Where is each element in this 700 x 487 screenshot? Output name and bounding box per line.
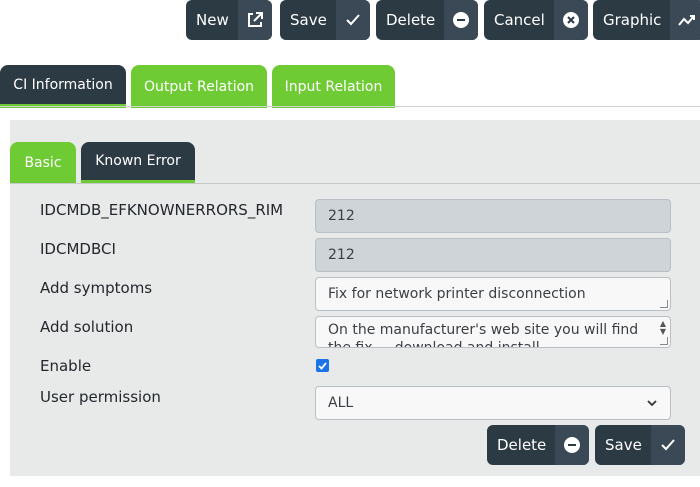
- tab-output-relation[interactable]: Output Relation: [131, 65, 267, 108]
- new-button-label: New: [196, 11, 229, 29]
- subtab-basic[interactable]: Basic: [10, 142, 76, 184]
- symptoms-textarea[interactable]: Fix for network printer disconnection: [315, 277, 671, 311]
- checkmark-icon: [318, 362, 327, 370]
- external-link-icon: [237, 0, 272, 40]
- minus-circle-icon: [444, 0, 479, 40]
- resize-handle-icon[interactable]: [660, 337, 668, 345]
- graphic-button-label: Graphic: [603, 11, 662, 29]
- tab-ci-information[interactable]: CI Information: [0, 65, 126, 108]
- check-icon: [335, 0, 370, 40]
- tab-ci-information-label: CI Information: [13, 76, 113, 93]
- solution-textarea[interactable]: On the manufacturer's web site you will …: [315, 316, 671, 348]
- form-delete-button[interactable]: Delete: [487, 425, 590, 465]
- resize-handle-icon[interactable]: [660, 300, 668, 308]
- tabs-divider: [0, 106, 700, 107]
- ci-field: 212: [315, 238, 671, 272]
- subtab-basic-label: Basic: [24, 155, 62, 171]
- spinner-arrows-icon[interactable]: ▲ ▼: [660, 320, 666, 336]
- rim-field: 212: [315, 199, 671, 233]
- subtab-known-error[interactable]: Known Error: [81, 142, 195, 184]
- trend-chart-icon: [670, 0, 700, 40]
- form-save-button[interactable]: Save: [595, 425, 685, 465]
- enable-checkbox[interactable]: [316, 359, 329, 372]
- save-button-label: Save: [290, 11, 327, 29]
- cancel-button-label: Cancel: [494, 11, 545, 29]
- ci-label: IDCMDBCI: [40, 240, 116, 258]
- new-button[interactable]: New: [186, 0, 272, 40]
- solution-value: On the manufacturer's web site you will …: [328, 322, 639, 348]
- cancel-button[interactable]: Cancel: [484, 0, 588, 40]
- subtabs-divider: [10, 183, 700, 184]
- graphic-button[interactable]: Graphic: [593, 0, 700, 40]
- chevron-down-icon: [647, 400, 657, 407]
- rim-value: 212: [328, 208, 355, 224]
- delete-button-label: Delete: [386, 11, 436, 29]
- permission-select[interactable]: ALL: [315, 386, 671, 420]
- permission-label: User permission: [40, 388, 161, 406]
- tab-input-relation-label: Input Relation: [284, 78, 383, 95]
- symptoms-value: Fix for network printer disconnection: [328, 286, 586, 302]
- form-save-button-label: Save: [605, 436, 642, 454]
- close-circle-icon: [553, 0, 588, 40]
- tab-input-relation[interactable]: Input Relation: [272, 65, 395, 108]
- rim-label: IDCMDB_EFKNOWNERRORS_RIM: [40, 201, 284, 219]
- solution-label: Add solution: [40, 318, 134, 336]
- subtab-known-error-label: Known Error: [95, 153, 181, 169]
- ci-value: 212: [328, 247, 355, 263]
- save-button[interactable]: Save: [280, 0, 370, 40]
- check-icon: [650, 425, 685, 465]
- form-delete-button-label: Delete: [497, 436, 547, 454]
- permission-value: ALL: [328, 395, 354, 411]
- tab-output-relation-label: Output Relation: [143, 78, 255, 95]
- minus-circle-icon: [555, 425, 590, 465]
- delete-button[interactable]: Delete: [376, 0, 479, 40]
- enable-label: Enable: [40, 357, 92, 375]
- symptoms-label: Add symptoms: [40, 279, 153, 297]
